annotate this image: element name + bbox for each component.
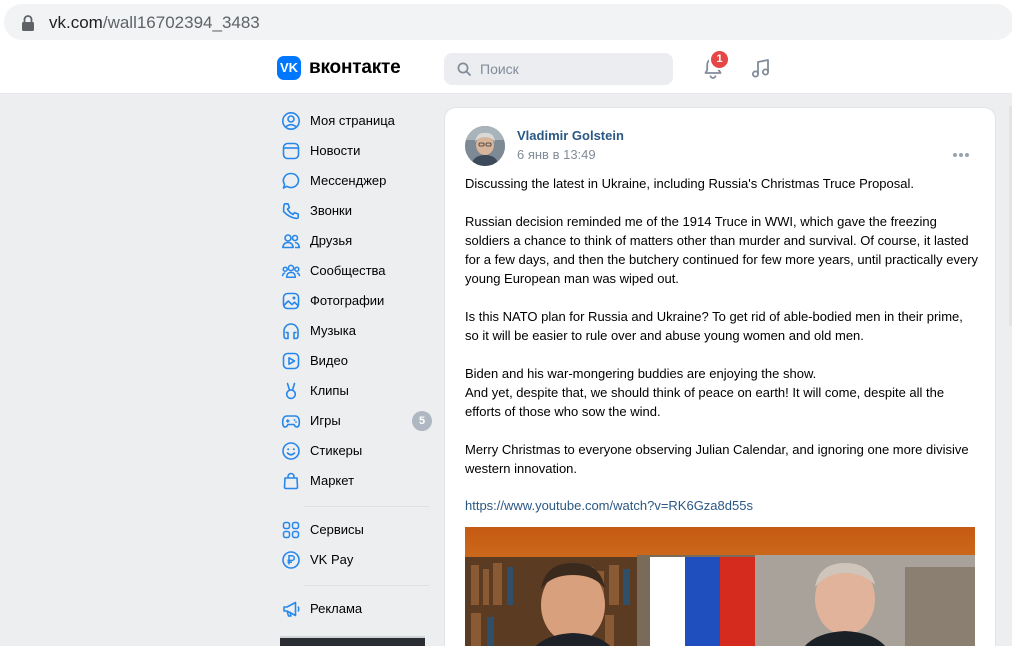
phone-icon: [282, 203, 299, 220]
sidebar-item[interactable]: Музыка: [278, 316, 433, 346]
sidebar-item[interactable]: Фотографии: [278, 286, 433, 316]
sidebar-item-label: Игры: [310, 413, 341, 428]
sidebar-item[interactable]: Сообщества: [278, 256, 433, 286]
post-link[interactable]: https://www.youtube.com/watch?v=RK6Gza8d…: [465, 498, 753, 513]
url-text: vk.com/wall16702394_3483: [49, 13, 260, 33]
sidebar-item-label: Моя страница: [310, 113, 395, 128]
vkpay-icon: [282, 551, 300, 569]
lock-icon: [22, 15, 34, 31]
sidebar-nav: Моя страница Новости Мессенджер Звонки Друзь…: [278, 106, 433, 624]
post-card: Vladimir Golstein 6 янв в 13:49 Discussi…: [444, 107, 996, 646]
sidebar-divider: [304, 506, 429, 507]
vk-logo-icon[interactable]: VK: [277, 56, 301, 80]
games-icon: [281, 415, 301, 428]
megaphone-icon: [283, 601, 300, 617]
sidebar-item-label: Фотографии: [310, 293, 385, 308]
url-path: /wall16702394_3483: [102, 13, 260, 32]
avatar[interactable]: [465, 126, 505, 166]
sidebar-item-label: Новости: [310, 143, 361, 158]
news-icon: [282, 142, 300, 160]
post-paragraph: Discussing the latest in Ukraine, includ…: [465, 176, 915, 191]
sidebar-item-label: Звонки: [310, 203, 352, 218]
search-input[interactable]: Поиск: [444, 53, 673, 85]
sidebar-item[interactable]: Моя страница: [278, 106, 433, 136]
sidebar-item[interactable]: Мессенджер: [278, 166, 433, 196]
post-paragraph: Russian decision reminded me of the 1914…: [465, 214, 979, 286]
message-icon: [282, 172, 300, 189]
sidebar-item-label: VK Pay: [310, 552, 354, 567]
music-note-icon[interactable]: [749, 56, 773, 80]
sidebar-item[interactable]: Игры 5: [278, 406, 433, 436]
url-host: vk.com: [49, 13, 103, 32]
sidebar-item-label: Сообщества: [310, 263, 386, 278]
sidebar-item[interactable]: Новости: [278, 136, 433, 166]
sidebar-item-label: Сервисы: [310, 522, 364, 537]
communities-icon: [281, 264, 301, 278]
site-header: VK вконтакте Поиск 1: [0, 46, 1012, 94]
sidebar-item[interactable]: Стикеры: [278, 436, 433, 466]
url-field[interactable]: vk.com/wall16702394_3483: [4, 4, 1012, 40]
sidebar-item-label: Маркет: [310, 473, 355, 488]
sidebar-item-label: Стикеры: [310, 443, 363, 458]
sidebar-item-label: Мессенджер: [310, 173, 387, 188]
sidebar-item-label: Друзья: [310, 233, 353, 248]
avatar-photo: [465, 126, 505, 166]
sidebar-item[interactable]: Видео: [278, 346, 433, 376]
sidebar-divider: [304, 585, 429, 586]
post-paragraph: Is this NATO plan for Russia and Ukraine…: [465, 309, 963, 343]
sidebar-item[interactable]: Звонки: [278, 196, 433, 226]
friends-icon: [282, 234, 301, 249]
video-preview-image: [465, 527, 975, 646]
sidebar-item-label: Музыка: [310, 323, 356, 338]
post-author[interactable]: Vladimir Golstein: [517, 128, 624, 143]
post-paragraph: Merry Christmas to everyone observing Ju…: [465, 442, 969, 476]
sidebar-item[interactable]: Клипы: [278, 376, 433, 406]
smile-icon: [282, 442, 300, 460]
market-bag-icon: [283, 472, 299, 490]
more-options-icon[interactable]: [953, 144, 973, 157]
post-paragraph: And yet, despite that, we should think o…: [465, 385, 945, 419]
music-icon: [283, 323, 299, 340]
sidebar-item[interactable]: Сервисы: [278, 515, 433, 545]
post-paragraph: Biden and his war-mongering buddies are …: [465, 366, 817, 381]
sidebar-item-label: Видео: [310, 353, 348, 368]
sidebar-item[interactable]: VK Pay: [278, 545, 433, 575]
sidebar-item[interactable]: Реклама: [278, 594, 433, 624]
video-thumbnail[interactable]: [465, 527, 975, 646]
browser-address-bar: vk.com/wall16702394_3483: [0, 0, 1012, 46]
sidebar-item[interactable]: Друзья: [278, 226, 433, 256]
search-placeholder: Поиск: [480, 61, 519, 77]
site-name[interactable]: вконтакте: [309, 57, 401, 79]
video-icon: [282, 352, 300, 370]
sidebar-item[interactable]: Маркет: [278, 466, 433, 496]
sidebar-promo-image[interactable]: [280, 636, 425, 646]
count-badge: 5: [412, 411, 432, 431]
sidebar-item-label: Клипы: [310, 383, 349, 398]
search-icon: [457, 62, 471, 76]
photo-icon: [282, 292, 300, 310]
notification-badge: 1: [709, 49, 730, 70]
services-grid-icon: [282, 521, 300, 539]
sidebar-item-label: Реклама: [310, 601, 363, 616]
user-circle-icon: [282, 112, 300, 130]
post-date[interactable]: 6 янв в 13:49: [517, 147, 596, 162]
clips-icon: [285, 382, 297, 400]
